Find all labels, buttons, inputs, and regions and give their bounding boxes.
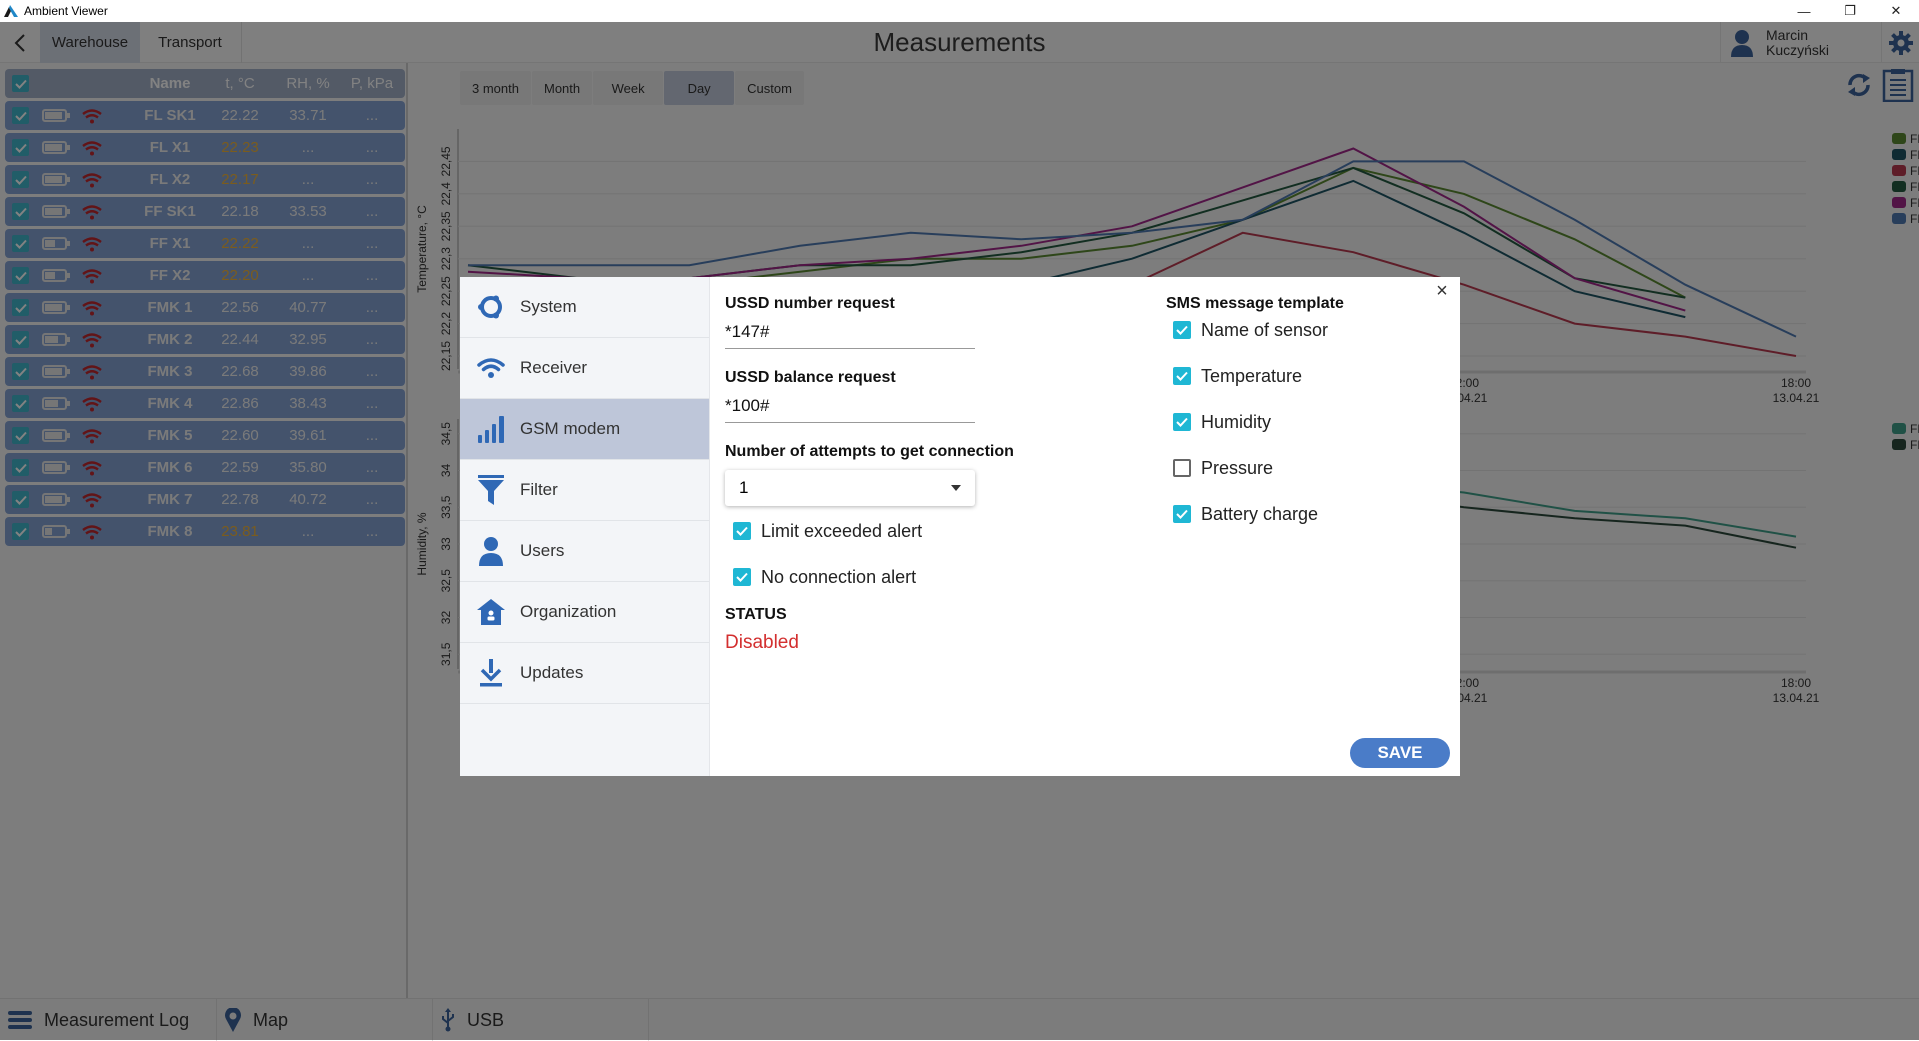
dropdown-caret-icon xyxy=(951,485,961,491)
check-icon xyxy=(736,526,748,536)
nav-users[interactable]: Users xyxy=(460,521,709,582)
sms-field-label: Temperature xyxy=(1201,365,1303,386)
user-icon xyxy=(479,537,503,566)
sms-field-checkbox[interactable] xyxy=(1173,505,1191,523)
attempts-value: 1 xyxy=(739,478,749,497)
ussd-number-label: USSD number request xyxy=(725,295,895,312)
sms-field-option[interactable]: Temperature xyxy=(1173,353,1426,399)
sms-field-checkbox[interactable] xyxy=(1173,321,1191,339)
sms-field-checkbox[interactable] xyxy=(1173,459,1191,477)
nav-organization-label: Organization xyxy=(520,602,617,621)
system-icon xyxy=(478,295,502,319)
nav-receiver[interactable]: Receiver xyxy=(460,338,709,399)
close-dialog-button[interactable]: × xyxy=(1432,281,1452,301)
sms-field-label: Pressure xyxy=(1201,457,1274,478)
download-icon xyxy=(480,659,502,687)
no-connection-alert-checkbox[interactable] xyxy=(733,568,751,586)
limit-exceeded-alert-option[interactable]: Limit exceeded alert xyxy=(733,508,1145,554)
nav-system-label: System xyxy=(520,297,577,316)
sms-field-option[interactable]: Pressure xyxy=(1173,445,1426,491)
check-icon xyxy=(1176,509,1188,519)
sms-field-label: Humidity xyxy=(1201,411,1272,432)
nav-system[interactable]: System xyxy=(460,277,709,338)
nav-gsm-modem-label: GSM modem xyxy=(520,419,621,438)
organization-icon xyxy=(477,599,505,625)
nav-updates-label: Updates xyxy=(520,663,584,682)
attempts-label: Number of attempts to get connection xyxy=(725,443,1014,460)
sms-field-checkbox[interactable] xyxy=(1173,367,1191,385)
ussd-balance-label: USSD balance request xyxy=(725,369,896,386)
restore-button[interactable]: ❐ xyxy=(1827,0,1873,22)
close-window-button[interactable]: ✕ xyxy=(1873,0,1919,22)
sms-field-label: Battery charge xyxy=(1201,503,1319,524)
nav-updates[interactable]: Updates xyxy=(460,643,709,704)
check-icon xyxy=(1176,371,1188,381)
sms-field-option[interactable]: Battery charge xyxy=(1173,491,1426,537)
filter-icon xyxy=(478,475,504,505)
settings-nav: System Receiver GSM modem Filter Users O… xyxy=(460,277,710,776)
minimize-button[interactable]: — xyxy=(1781,0,1827,22)
limit-exceeded-alert-label: Limit exceeded alert xyxy=(761,520,923,541)
window-titlebar: Ambient Viewer — ❐ ✕ xyxy=(0,0,1919,22)
status-label: STATUS xyxy=(725,606,787,623)
nav-users-label: Users xyxy=(520,541,565,560)
ussd-number-input[interactable]: *147# xyxy=(725,315,975,349)
window-title: Ambient Viewer xyxy=(24,4,108,18)
nav-receiver-label: Receiver xyxy=(520,358,588,377)
check-icon xyxy=(736,572,748,582)
sms-field-option[interactable]: Humidity xyxy=(1173,399,1426,445)
sms-field-label: Name of sensor xyxy=(1201,319,1329,340)
nav-gsm-modem[interactable]: GSM modem xyxy=(460,399,709,460)
app-logo-icon xyxy=(4,5,18,17)
sms-field-checkbox[interactable] xyxy=(1173,413,1191,431)
status-value: Disabled xyxy=(725,632,799,653)
save-button[interactable]: SAVE xyxy=(1350,738,1450,768)
attempts-select[interactable]: 1 xyxy=(725,470,975,506)
gsm-modem-settings: × USSD number request *147# USSD balance… xyxy=(710,277,1460,776)
wifi-icon xyxy=(477,358,505,378)
nav-organization[interactable]: Organization xyxy=(460,582,709,643)
nav-filter-label: Filter xyxy=(520,480,558,499)
no-connection-alert-option[interactable]: No connection alert xyxy=(733,554,1145,600)
limit-exceeded-alert-checkbox[interactable] xyxy=(733,522,751,540)
no-connection-alert-label: No connection alert xyxy=(761,566,917,587)
check-icon xyxy=(1176,417,1188,427)
nav-filter[interactable]: Filter xyxy=(460,460,709,521)
settings-dialog: System Receiver GSM modem Filter Users O… xyxy=(460,277,1460,776)
ussd-balance-input[interactable]: *100# xyxy=(725,389,975,423)
sms-field-option[interactable]: Name of sensor xyxy=(1173,307,1426,353)
signal-bars-icon xyxy=(478,416,504,443)
check-icon xyxy=(1176,325,1188,335)
